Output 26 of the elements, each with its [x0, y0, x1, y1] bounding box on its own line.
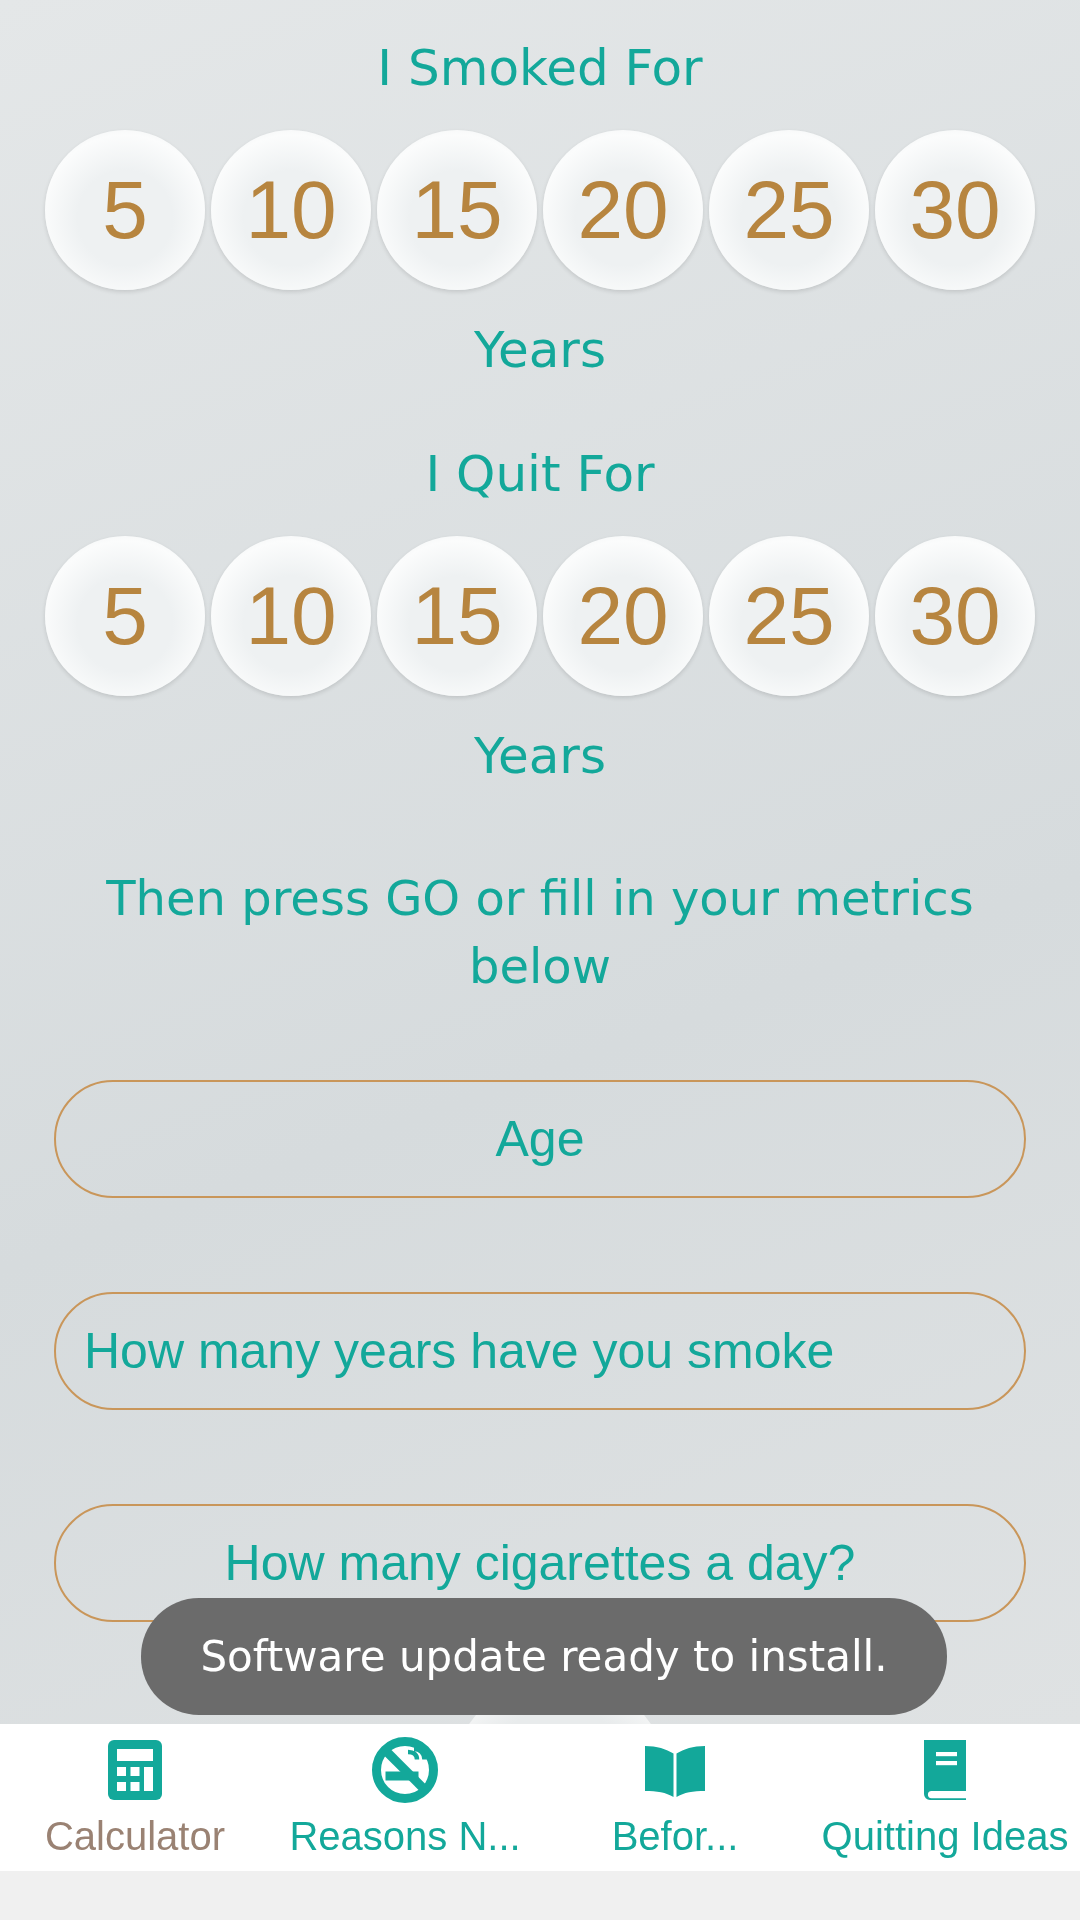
nav-tab[interactable]: Quitting Ideas	[810, 1724, 1080, 1871]
year-option-button[interactable]: 20	[543, 130, 703, 290]
no-smoking-icon	[369, 1734, 441, 1806]
year-option-button[interactable]: 25	[709, 536, 869, 696]
update-toast: Software update ready to install.	[141, 1598, 947, 1715]
year-option-button[interactable]: 25	[709, 130, 869, 290]
year-option-button[interactable]: 15	[377, 130, 537, 290]
section-title: I Smoked For	[377, 38, 703, 99]
year-option-button[interactable]: 10	[211, 130, 371, 290]
instruction-text: Then press GO or fill in your metrics below	[105, 869, 975, 996]
year-option-button[interactable]: 15	[377, 536, 537, 696]
year-option-button[interactable]: 5	[45, 130, 205, 290]
nav-tab[interactable]: Reasons N...	[270, 1724, 540, 1871]
section-title: I Quit For	[425, 444, 655, 505]
unit-label: Years	[474, 320, 606, 381]
year-option-button[interactable]: 5	[45, 536, 205, 696]
unit-label: Years	[474, 726, 606, 787]
year-option-button[interactable]: 20	[543, 536, 703, 696]
input-field[interactable]: Age	[54, 1080, 1026, 1198]
input-field[interactable]: How many years have you smoke	[54, 1292, 1026, 1410]
year-option-button[interactable]: 30	[875, 130, 1035, 290]
nav-tab[interactable]: Befor...	[540, 1724, 810, 1871]
input-field[interactable]: How many cigarettes a day?	[54, 1504, 1026, 1622]
nav-tab[interactable]: Calculator	[0, 1724, 270, 1871]
year-option-button[interactable]: 10	[211, 536, 371, 696]
year-option-button[interactable]: 30	[875, 536, 1035, 696]
